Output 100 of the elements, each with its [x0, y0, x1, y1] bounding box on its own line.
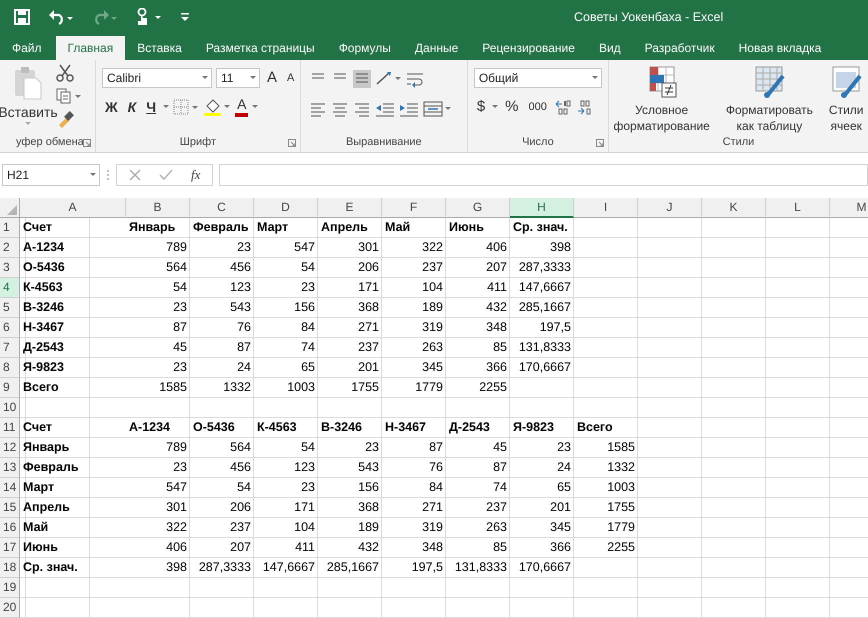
increase-decimal-icon[interactable]: [554, 99, 572, 115]
font-color-button[interactable]: A: [235, 97, 248, 117]
table-cell-text: 789: [165, 439, 188, 456]
formula-input[interactable]: [219, 164, 868, 186]
percent-button[interactable]: %: [502, 97, 522, 117]
column-header[interactable]: L: [766, 198, 830, 218]
row-header[interactable]: 6: [0, 318, 20, 338]
table-cell-text: К-4563: [22, 279, 64, 296]
row-header[interactable]: 16: [0, 518, 20, 538]
dialog-launcher-icon[interactable]: [288, 139, 296, 147]
column-header[interactable]: E: [318, 198, 382, 218]
row-header[interactable]: 8: [0, 358, 20, 378]
row-header[interactable]: 3: [0, 258, 20, 278]
caret-icon: [202, 76, 208, 80]
row-header[interactable]: 2: [0, 238, 20, 258]
row-header[interactable]: 13: [0, 458, 20, 478]
column-header[interactable]: J: [638, 198, 702, 218]
table-cell-text: Д-2543: [22, 339, 65, 356]
column-header[interactable]: I: [574, 198, 638, 218]
borders-icon[interactable]: [173, 99, 200, 115]
insert-function-button[interactable]: fx: [191, 167, 200, 183]
table-cell-text: 263: [421, 339, 444, 356]
table-cell-text: В-3246: [320, 419, 363, 436]
ribbon-tab[interactable]: Файл: [0, 36, 56, 60]
styles-button[interactable]: Стили ячеек: [826, 102, 866, 134]
ribbon-tab[interactable]: Вид: [586, 36, 633, 60]
align-bottom-icon[interactable]: [352, 70, 371, 88]
grow-font-button[interactable]: A: [264, 68, 280, 88]
row-header[interactable]: 17: [0, 538, 20, 558]
ribbon-tab[interactable]: Формулы: [326, 36, 403, 60]
format-as-table-icon[interactable]: [753, 66, 786, 98]
caret-icon: [90, 173, 96, 177]
column-header[interactable]: B: [126, 198, 190, 218]
row-header[interactable]: 5: [0, 298, 20, 318]
row-header[interactable]: 11: [0, 418, 20, 438]
row-header[interactable]: 20: [0, 598, 20, 618]
table-cell-text: О-5436: [192, 419, 236, 436]
save-icon[interactable]: [14, 8, 30, 24]
row-header[interactable]: 7: [0, 338, 20, 358]
copy-icon[interactable]: [56, 88, 82, 104]
table-cell-text: А-1234: [22, 239, 65, 256]
ribbon-tab[interactable]: Рецензирование: [470, 36, 587, 60]
ribbon-tab[interactable]: Главная: [56, 36, 126, 60]
caret-icon[interactable]: [492, 105, 498, 109]
table-cell-text: 147,6667: [262, 559, 316, 576]
bold-button[interactable]: Ж: [102, 97, 121, 117]
caret-icon[interactable]: [252, 105, 258, 109]
font-name-field[interactable]: Calibri: [102, 68, 212, 88]
dialog-launcher-icon[interactable]: [596, 139, 604, 147]
row-header[interactable]: 10: [0, 398, 20, 418]
styles-button[interactable]: Условное форматирование: [610, 102, 713, 134]
table-cell-text: 207: [485, 259, 508, 276]
scissors-icon[interactable]: [56, 64, 74, 82]
table-cell-text: Январь: [22, 439, 70, 456]
group-label: Число: [521, 135, 555, 150]
row-header[interactable]: 4: [0, 278, 20, 298]
table-cell-text: О-5436: [22, 259, 66, 276]
customize-menu-icon[interactable]: [180, 10, 190, 22]
ribbon-tab[interactable]: Разработчик: [632, 36, 727, 60]
fill-color-icon[interactable]: [203, 98, 232, 116]
column-header[interactable]: K: [702, 198, 766, 218]
ribbon-tab[interactable]: Данные: [402, 36, 470, 60]
column-header[interactable]: H: [510, 198, 574, 218]
row-header[interactable]: 19: [0, 578, 20, 598]
caret-icon[interactable]: [163, 105, 170, 109]
ribbon-tab[interactable]: Новая вкладка: [726, 36, 834, 60]
column-header[interactable]: D: [254, 198, 318, 218]
table-cell-text: Июнь: [22, 539, 59, 556]
column-header[interactable]: M: [830, 198, 868, 218]
table-cell-text: 171: [293, 499, 316, 516]
ribbon-tab[interactable]: Вставка: [125, 36, 194, 60]
italic-button[interactable]: К: [124, 97, 140, 117]
row-header[interactable]: 12: [0, 438, 20, 458]
name-box[interactable]: H21: [2, 164, 100, 186]
row-header[interactable]: 1: [0, 218, 20, 238]
row-header[interactable]: 14: [0, 478, 20, 498]
clipboard-icon[interactable]: [14, 66, 42, 100]
merge-cells-icon[interactable]: [422, 100, 451, 118]
table-cell-text: Февраль: [22, 459, 80, 476]
cell-styles-icon[interactable]: [830, 66, 862, 98]
currency-button[interactable]: $: [474, 97, 488, 117]
styles-button[interactable]: Форматировать как таблицу: [722, 102, 816, 134]
shrink-font-button[interactable]: A: [284, 68, 298, 88]
column-header[interactable]: C: [190, 198, 254, 218]
row-header[interactable]: 9: [0, 378, 20, 398]
table-cell-text: 65: [556, 479, 572, 496]
underline-button[interactable]: Ч: [143, 97, 160, 117]
undo-icon[interactable]: [48, 8, 74, 24]
column-header[interactable]: A: [20, 198, 126, 218]
column-header[interactable]: F: [382, 198, 446, 218]
number-format-field[interactable]: Общий: [474, 68, 602, 88]
thousands-separator-button[interactable]: 000: [526, 97, 550, 117]
table-cell-text: 1585: [158, 379, 188, 396]
row-header[interactable]: 15: [0, 498, 20, 518]
touch-mode-icon[interactable]: [136, 8, 162, 26]
ribbon-tab[interactable]: Разметка страницы: [194, 36, 327, 60]
font-size-field[interactable]: 11: [216, 68, 260, 88]
column-header[interactable]: G: [446, 198, 510, 218]
dialog-launcher-icon[interactable]: [83, 139, 91, 147]
row-header[interactable]: 18: [0, 558, 20, 578]
